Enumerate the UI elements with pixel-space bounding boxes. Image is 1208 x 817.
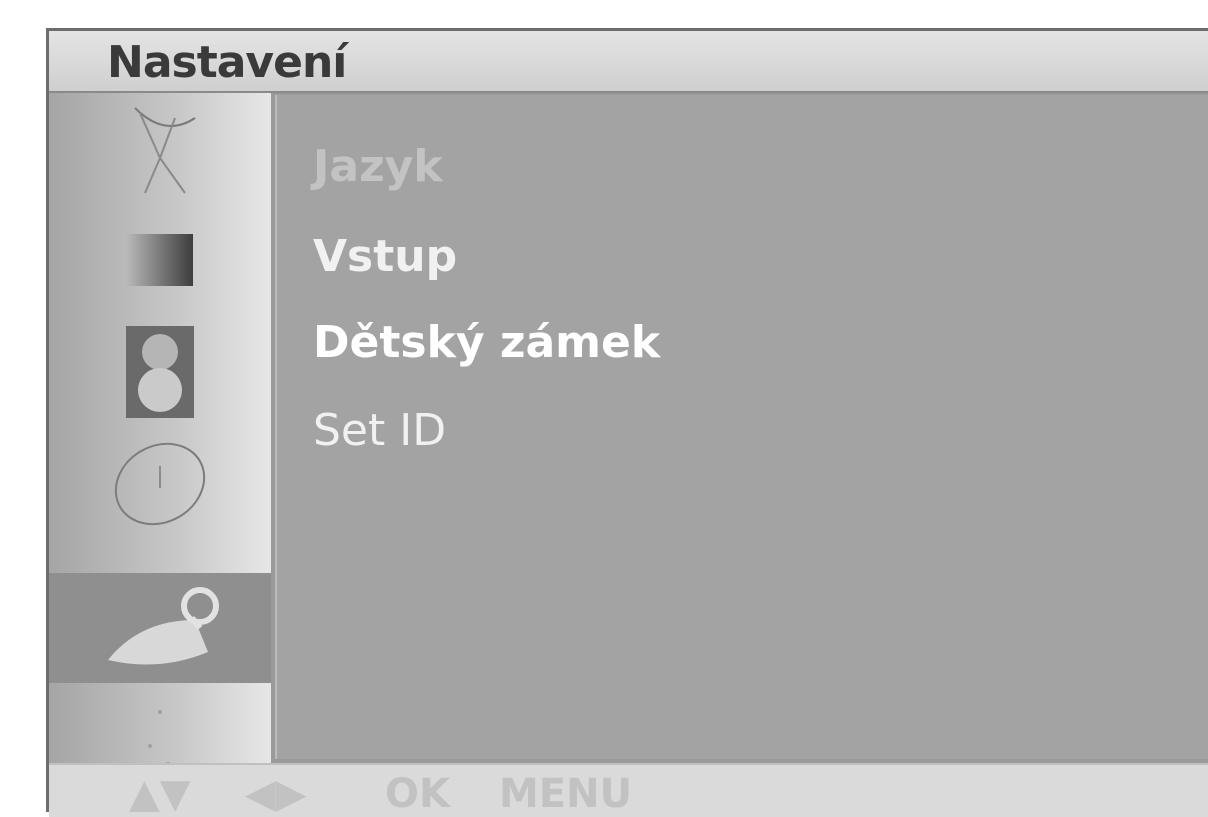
- menu-item-language[interactable]: Jazyk: [313, 141, 443, 192]
- picture-icon: [127, 234, 193, 286]
- footer-hints: ▲▼ ◀▶ OK MENU: [49, 763, 1208, 817]
- sidebar: [49, 93, 271, 766]
- menu-item-set-id[interactable]: Set ID: [313, 405, 446, 456]
- clock-icon: [114, 442, 206, 526]
- key-icon: [108, 587, 219, 665]
- nav-up-down-hint: ▲▼: [129, 771, 191, 817]
- satellite-dish-icon: [134, 107, 196, 194]
- sidebar-item-station[interactable]: [49, 93, 271, 203]
- ok-hint: OK: [385, 771, 450, 817]
- osd-window: Nastavení Jazyk Vstup Dětský zámek Set I…: [46, 28, 1208, 817]
- submenu-panel: Jazyk Vstup Dětský zámek Set ID: [275, 95, 1208, 759]
- nav-left-right-hint: ◀▶: [245, 771, 307, 817]
- window-title: Nastavení: [107, 37, 347, 88]
- sidebar-item-picture[interactable]: [49, 205, 271, 315]
- title-bar: Nastavení: [49, 31, 1208, 93]
- sidebar-item-setup[interactable]: [49, 573, 271, 683]
- speaker-icon: [126, 326, 194, 418]
- sidebar-item-time[interactable]: [49, 429, 271, 539]
- menu-hint: MENU: [499, 771, 633, 817]
- menu-item-input[interactable]: Vstup: [313, 231, 457, 282]
- sidebar-item-sound[interactable]: [49, 317, 271, 427]
- menu-item-child-lock[interactable]: Dětský zámek: [313, 317, 660, 368]
